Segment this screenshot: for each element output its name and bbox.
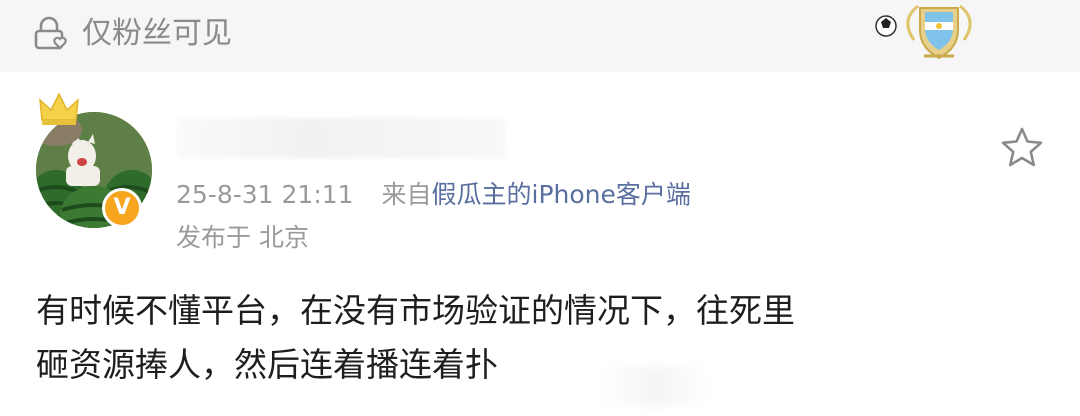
source-client-link[interactable]: 假瓜主的iPhone客户端 [432, 180, 691, 209]
visibility-bar: 仅粉丝可见 [0, 0, 1080, 72]
argentina-football-badge-icon [875, 4, 972, 60]
source-prefix: 来自 [381, 180, 432, 209]
lock-heart-icon [34, 16, 67, 50]
post-location: 发布于 北京 [176, 223, 309, 252]
post-line: 砸资源捧人，然后连着播连着扑 [36, 345, 498, 384]
star-icon[interactable] [1000, 126, 1044, 168]
visibility-label: 仅粉丝可见 [82, 16, 232, 51]
crown-icon [39, 92, 79, 125]
post-meta: 25-8-31 21:11 来自假瓜主的iPhone客户端 [176, 177, 691, 213]
username-redacted[interactable] [176, 118, 506, 158]
post-text: 有时候不懂平台，在没有市场验证的情况下，往死里 砸资源捧人，然后连着播连着扑 [36, 284, 1046, 392]
verified-v-icon: V [102, 188, 142, 228]
post-datetime: 25-8-31 21:11 [176, 180, 354, 209]
watermark-blur [600, 366, 710, 406]
post-line: 有时候不懂平台，在没有市场验证的情况下，往死里 [36, 291, 795, 330]
